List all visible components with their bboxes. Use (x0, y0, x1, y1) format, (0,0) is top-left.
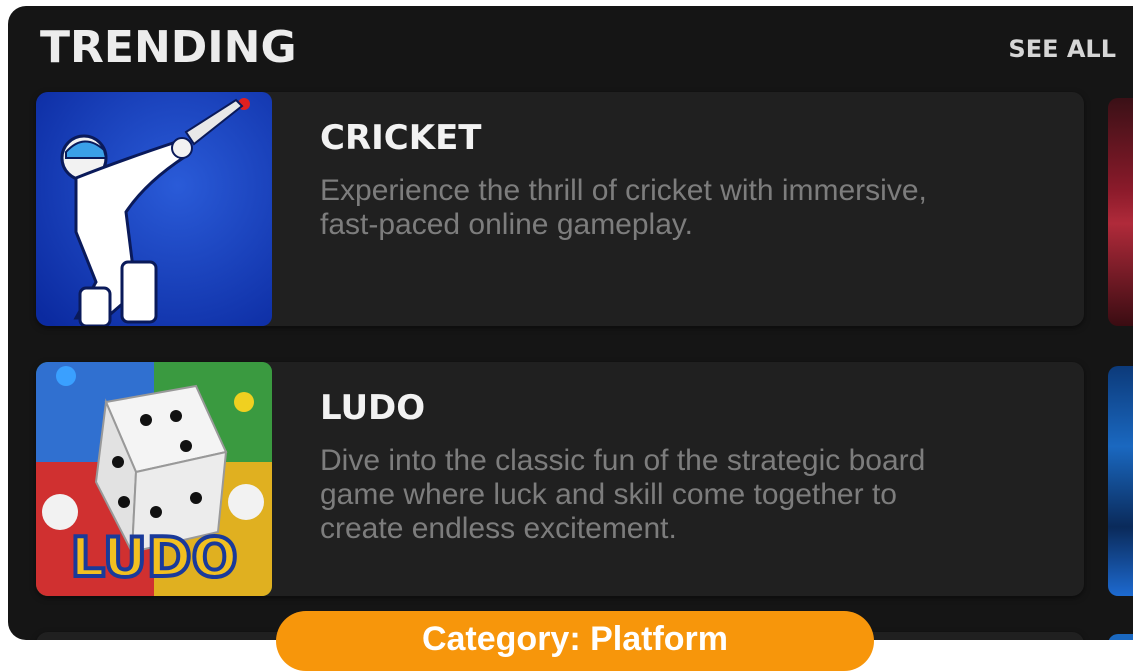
section-title: TRENDING (40, 22, 297, 73)
next-card-preview[interactable] (1108, 366, 1133, 596)
category-badge: Category: Platform (276, 611, 874, 671)
cricket-batsman-icon (36, 92, 272, 326)
cricket-thumbnail (36, 92, 272, 326)
next-card-preview[interactable] (1108, 98, 1133, 326)
game-card-cricket[interactable]: CRICKET Experience the thrill of cricket… (36, 92, 1084, 326)
ludo-logo: LUDO (70, 526, 237, 589)
trending-header: TRENDING SEE ALL (40, 20, 1116, 76)
next-card-preview[interactable] (1108, 634, 1133, 640)
ludo-dice-icon: LUDO (36, 362, 272, 596)
game-card-ludo[interactable]: LUDO LUDO Dive into the classic fun of t… (36, 362, 1084, 596)
see-all-link[interactable]: SEE ALL (1008, 34, 1116, 64)
app-screen: TRENDING SEE ALL CRICKET Experience the … (8, 6, 1133, 640)
ludo-thumbnail: LUDO (36, 362, 272, 596)
card-description: Dive into the classic fun of the strateg… (320, 444, 926, 545)
card-title: LUDO (320, 388, 426, 428)
card-description: Experience the thrill of cricket with im… (320, 174, 927, 241)
card-title: CRICKET (320, 118, 482, 158)
